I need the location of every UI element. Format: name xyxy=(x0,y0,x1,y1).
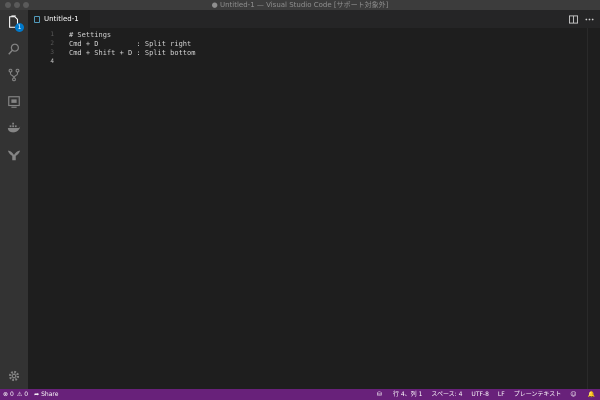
database-icon: ⛁ xyxy=(376,391,382,398)
split-editor-icon xyxy=(568,14,578,24)
remote-explorer-icon xyxy=(8,96,20,108)
warning-count: 0 xyxy=(24,391,29,398)
text-file-icon xyxy=(34,15,40,23)
error-icon: ⊗ xyxy=(3,391,9,398)
encoding[interactable]: UTF-8 xyxy=(471,389,489,400)
line-number: 1 xyxy=(50,31,54,38)
activity-explorer[interactable]: 1 xyxy=(0,10,28,34)
language-mode[interactable]: プレーンテキスト xyxy=(514,389,562,400)
gear-icon xyxy=(8,370,20,382)
gitlens-icon xyxy=(7,150,21,161)
feedback-button[interactable]: ☺ xyxy=(570,389,578,400)
share-icon: ➦ xyxy=(34,391,40,398)
title-bar: ● Untitled-1 — Visual Studio Code [サポート対… xyxy=(0,0,600,10)
ellipsis-icon xyxy=(584,18,594,20)
vertical-scrollbar[interactable] xyxy=(587,28,588,389)
code-line[interactable]: # Settings xyxy=(69,31,111,39)
smiley-icon: ☺ xyxy=(570,391,577,398)
line-number: 3 xyxy=(50,49,54,56)
database-status[interactable]: ⛁ xyxy=(377,389,384,400)
code-line[interactable]: Cmd + Shift + D : Split bottom xyxy=(69,49,195,57)
activity-bar: 1 xyxy=(0,10,28,389)
activity-remote-explorer[interactable] xyxy=(0,90,28,114)
indentation[interactable]: スペース: 4 xyxy=(431,389,462,400)
activity-source-control[interactable] xyxy=(0,63,28,87)
notifications-button[interactable]: 🔔 xyxy=(588,389,597,400)
source-control-icon xyxy=(8,68,20,82)
share-label: Share xyxy=(41,391,59,398)
cursor-position[interactable]: 行 4、列 1 xyxy=(393,389,422,400)
docker-icon xyxy=(7,122,21,133)
end-of-line[interactable]: LF xyxy=(498,389,505,400)
line-number-active: 4 xyxy=(50,58,54,65)
status-bar: ⊗ 0 ⚠ 0 ➦ Share ⛁ 行 4、列 1 スペース: 4 UTF-8 … xyxy=(0,389,600,400)
activity-docker[interactable] xyxy=(0,116,28,140)
activity-gitlens[interactable] xyxy=(0,143,28,167)
activity-search[interactable] xyxy=(0,37,28,61)
editor-actions xyxy=(562,14,594,24)
error-count: 0 xyxy=(10,391,14,398)
live-share-button[interactable]: ➦ Share xyxy=(34,389,58,400)
editor-area[interactable]: 1 2 3 4 # Settings Cmd + D : Split right… xyxy=(28,28,600,389)
explorer-badge: 1 xyxy=(15,23,24,32)
code-line[interactable]: Cmd + D : Split right xyxy=(69,40,191,48)
tab-label: Untitled-1 xyxy=(44,15,79,23)
window-title: ● Untitled-1 — Visual Studio Code [サポート対… xyxy=(211,1,389,9)
warning-icon: ⚠ xyxy=(16,391,23,398)
bell-icon: 🔔 xyxy=(587,391,595,398)
problems-indicator[interactable]: ⊗ 0 ⚠ 0 xyxy=(3,389,28,400)
more-actions-button[interactable] xyxy=(584,14,594,24)
search-icon xyxy=(8,43,19,55)
tab-untitled-1[interactable]: Untitled-1 xyxy=(28,10,90,28)
activity-manage[interactable] xyxy=(0,364,28,388)
editor-tab-bar: Untitled-1 xyxy=(28,10,600,28)
split-editor-button[interactable] xyxy=(568,14,578,24)
line-number: 2 xyxy=(50,40,54,47)
